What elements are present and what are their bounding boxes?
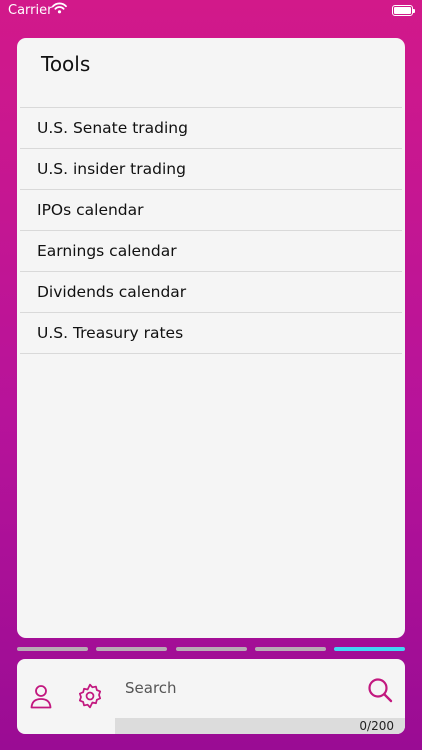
person-icon[interactable] [29, 683, 53, 709]
gear-icon[interactable] [77, 683, 103, 709]
page-indicator-5[interactable] [334, 647, 405, 651]
search-input[interactable] [121, 675, 365, 701]
tool-item-treasury-rates[interactable]: U.S. Treasury rates [20, 313, 402, 354]
carrier-label: Carrier [8, 3, 53, 18]
page-indicator-2[interactable] [96, 647, 168, 651]
tools-list: U.S. Senate trading U.S. insider trading… [20, 107, 402, 354]
bottom-search-bar: 0/200 [17, 659, 405, 734]
search-icon[interactable] [366, 676, 394, 704]
character-count: 0/200 [359, 719, 394, 733]
tools-title: Tools [41, 52, 91, 76]
tools-panel: Tools U.S. Senate trading U.S. insider t… [17, 38, 405, 638]
wifi-icon [52, 2, 67, 14]
battery-icon [392, 5, 415, 16]
status-bar: Carrier [0, 0, 422, 22]
character-count-bar: 0/200 [115, 718, 405, 734]
tool-item-insider-trading[interactable]: U.S. insider trading [20, 149, 402, 190]
tool-item-earnings-calendar[interactable]: Earnings calendar [20, 231, 402, 272]
page-indicator-4[interactable] [254, 647, 326, 651]
page-indicator-1[interactable] [17, 647, 88, 651]
page-indicators [17, 647, 405, 651]
tool-item-senate-trading[interactable]: U.S. Senate trading [20, 107, 402, 149]
tool-item-dividends-calendar[interactable]: Dividends calendar [20, 272, 402, 313]
tool-item-ipos-calendar[interactable]: IPOs calendar [20, 190, 402, 231]
page-indicator-3[interactable] [175, 647, 247, 651]
